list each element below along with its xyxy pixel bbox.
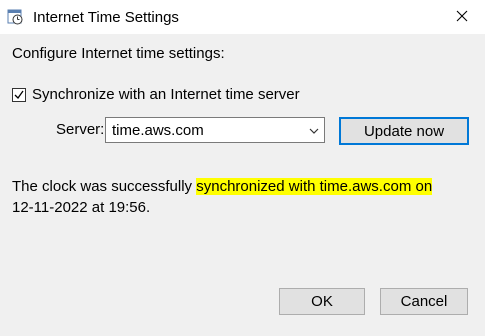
- sync-checkbox-row[interactable]: Synchronize with an Internet time server: [12, 86, 300, 103]
- configure-label: Configure Internet time settings:: [12, 45, 225, 62]
- cancel-button[interactable]: Cancel: [380, 288, 468, 315]
- window-title: Internet Time Settings: [33, 9, 179, 26]
- clock-settings-icon: [6, 8, 24, 26]
- update-now-button[interactable]: Update now: [339, 117, 469, 145]
- sync-status-message: The clock was successfully synchronized …: [12, 176, 472, 218]
- ok-button[interactable]: OK: [279, 288, 365, 315]
- checkmark-icon: [14, 90, 24, 99]
- sync-checkbox-label: Synchronize with an Internet time server: [32, 86, 300, 103]
- server-label: Server:: [56, 121, 105, 138]
- close-button[interactable]: [439, 0, 485, 34]
- chevron-down-icon[interactable]: [308, 124, 320, 136]
- title-bar: Internet Time Settings: [0, 0, 485, 34]
- status-text-before: The clock was successfully: [12, 178, 197, 195]
- close-icon: [456, 9, 468, 25]
- sync-checkbox[interactable]: [12, 87, 26, 102]
- server-value[interactable]: time.aws.com: [112, 122, 204, 139]
- status-text-highlight: synchronized with time.aws.com on: [196, 178, 433, 195]
- server-combobox[interactable]: time.aws.com: [105, 117, 325, 143]
- status-text-after: 12-11-2022 at 19:56.: [12, 199, 151, 216]
